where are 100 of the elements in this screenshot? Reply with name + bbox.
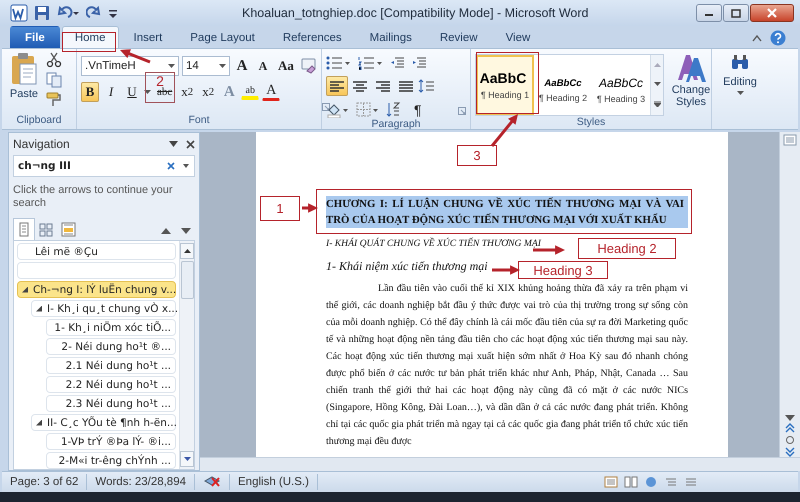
horizontal-scrollbar[interactable] [200, 457, 800, 471]
heading-item[interactable]: 2- Néi dung ho¹t ®... [46, 338, 176, 355]
italic-button[interactable]: I [102, 82, 120, 102]
next-result-icon[interactable] [181, 228, 191, 234]
expanded-icon[interactable] [22, 286, 28, 292]
style-preset[interactable]: AaBbCc ¶ Heading 3 [592, 55, 650, 115]
heading-item[interactable]: 1-VÞ trÝ ®Þa lÝ- ®i... [46, 433, 176, 450]
bullets-icon[interactable] [326, 56, 350, 70]
ribbon-tab[interactable]: Review [426, 26, 491, 48]
restore-icon [731, 8, 741, 18]
change-case-button[interactable]: Aa [275, 56, 297, 76]
clear-formatting-icon[interactable] [300, 58, 318, 74]
font-color-button[interactable]: A [262, 84, 280, 100]
heading-item[interactable]: I- Kh¸i qu¸t chung vÒ x... [31, 300, 176, 317]
gallery-scrollbar[interactable] [650, 55, 663, 115]
pane-tab[interactable] [13, 218, 35, 240]
heading-item[interactable]: Ch-¬ng I: lÝ luËn chung v... [17, 281, 176, 298]
dropdown-caret-icon [168, 64, 175, 68]
sort-icon[interactable] [386, 102, 402, 118]
highlight-box [476, 52, 539, 114]
ribbon-tab[interactable]: Mailings [356, 26, 425, 48]
ribbon-tab[interactable]: Page Layout [177, 26, 268, 48]
bold-button[interactable]: B [81, 82, 99, 102]
close-button[interactable] [750, 4, 794, 22]
maximize-button[interactable] [723, 4, 749, 22]
editing-button[interactable]: Editing [716, 52, 764, 114]
decrease-indent-icon[interactable] [390, 56, 404, 70]
ribbon-tab[interactable]: View [492, 26, 544, 48]
group-label: Clipboard [16, 114, 62, 126]
close-icon[interactable] [186, 140, 195, 148]
pane-menu-icon[interactable] [169, 141, 178, 147]
underline-button[interactable]: U [123, 82, 141, 102]
ribbon-tab[interactable]: Home [62, 26, 118, 48]
vertical-scrollbar[interactable] [779, 132, 800, 457]
heading-item[interactable]: Lêi më ®Çu [17, 243, 176, 260]
search-field[interactable]: ch¬ng III [13, 155, 195, 177]
word-count[interactable]: Words: 23/28,894 [87, 474, 195, 490]
style-preset[interactable]: AaBbC ¶ Heading 1 [476, 55, 534, 115]
arrow [302, 203, 318, 213]
heading-item[interactable]: II- C¸c YÕu tè ¶nh h-ën... [31, 414, 176, 431]
heading-item[interactable]: 1- Kh¸i niÖm xóc tiÕ... [46, 319, 176, 336]
show-formatting-button[interactable]: ¶ [410, 102, 426, 118]
proofing-error-icon[interactable] [203, 475, 221, 489]
style-preset[interactable]: AaBbCc ¶ Heading 2 [534, 55, 592, 115]
scroll-thumb[interactable] [180, 261, 194, 299]
scroll-down-icon [654, 82, 660, 86]
justify-icon [397, 78, 415, 94]
file-tab[interactable]: File [10, 26, 60, 48]
browse-object-icon[interactable] [785, 435, 795, 445]
numbering-icon[interactable] [358, 56, 382, 70]
expanded-icon[interactable] [36, 306, 42, 312]
help-icon[interactable] [770, 30, 786, 46]
grow-font-button[interactable]: A [233, 56, 251, 76]
print-layout-icon[interactable] [604, 476, 618, 488]
paste-button[interactable]: Paste [6, 52, 42, 114]
page-count[interactable]: Page: 3 of 62 [2, 474, 88, 490]
dropdown-caret-icon[interactable] [183, 164, 189, 168]
next-page-icon[interactable] [785, 447, 795, 457]
reading-layout-icon[interactable] [624, 476, 638, 488]
ruler-toggle-icon[interactable] [783, 134, 797, 146]
change-styles-button[interactable]: Change Styles [668, 52, 714, 116]
copy-icon[interactable] [46, 72, 62, 88]
redo-icon[interactable] [86, 5, 102, 21]
app-logo-icon[interactable] [10, 4, 28, 22]
paintbrush-icon[interactable] [46, 92, 62, 108]
scissors-icon[interactable] [46, 52, 62, 68]
scrollbar[interactable] [179, 241, 194, 469]
hint-text: Click the arrows to continue your search [13, 184, 174, 210]
expanded-icon[interactable] [36, 420, 42, 426]
minimize-button[interactable] [696, 4, 722, 22]
increase-indent-icon[interactable] [412, 56, 426, 70]
draft-icon[interactable] [684, 476, 698, 488]
borders-icon[interactable] [356, 102, 378, 118]
collapse-ribbon-icon[interactable] [752, 34, 762, 42]
clear-icon[interactable] [167, 162, 175, 170]
font-size-dropdown[interactable]: 14 [182, 56, 230, 76]
dialog-launcher-icon[interactable] [322, 103, 330, 111]
previous-page-icon[interactable] [785, 423, 795, 433]
save-icon[interactable] [34, 5, 50, 21]
ribbon-tab[interactable]: Insert [120, 26, 176, 48]
heading-item[interactable]: 2-M«i tr-êng chÝnh ... [46, 452, 176, 469]
heading-item[interactable]: 2.2 Néi dung ho¹t ... [46, 376, 176, 393]
close-icon [767, 8, 777, 18]
dropdown-caret-icon[interactable] [144, 90, 151, 94]
previous-result-icon[interactable] [161, 228, 171, 234]
outline-icon[interactable] [664, 476, 678, 488]
heading-item[interactable]: 2.1 Néi dung ho¹t ... [46, 357, 176, 374]
align-right-icon [374, 78, 392, 94]
language[interactable]: English (U.S.) [230, 474, 318, 490]
heading-item[interactable]: 2.3 Néi dung ho¹t ... [46, 395, 176, 412]
ribbon-tab[interactable]: References [270, 26, 355, 48]
scroll-down-icon[interactable] [785, 415, 795, 421]
undo-icon[interactable] [56, 5, 80, 21]
dropdown-caret-icon [219, 64, 226, 68]
align-left-button[interactable] [326, 76, 348, 96]
web-layout-icon[interactable] [644, 476, 658, 488]
shading-icon[interactable] [326, 102, 348, 118]
font-name-dropdown[interactable]: .VnTimeH [81, 56, 179, 76]
shrink-font-button[interactable]: A [254, 56, 272, 76]
highlight-button[interactable]: ab [241, 84, 260, 100]
